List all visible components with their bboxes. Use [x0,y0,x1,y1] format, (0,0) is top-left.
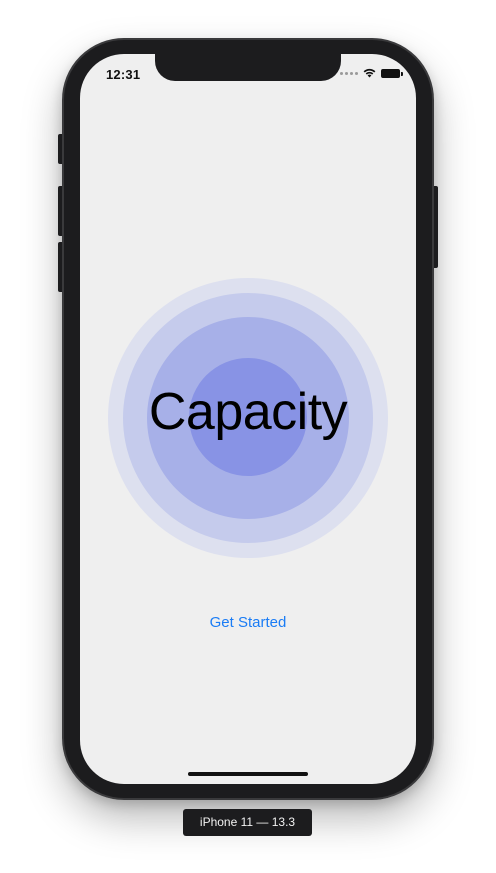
device-screen: 12:31 Capacity Get Started [80,54,416,784]
status-time: 12:31 [106,67,141,82]
device-label: iPhone 11 — 13.3 [183,809,312,836]
get-started-button[interactable]: Get Started [80,614,416,631]
simulator-stage: 12:31 Capacity Get Started iPhone 11 — 1… [0,0,496,873]
notch [155,54,341,81]
app-title: Capacity [148,383,348,441]
home-indicator[interactable] [188,772,308,776]
status-icons [340,68,403,78]
battery-icon [381,68,403,78]
wifi-icon [363,68,376,78]
signal-dots-icon [340,71,358,75]
